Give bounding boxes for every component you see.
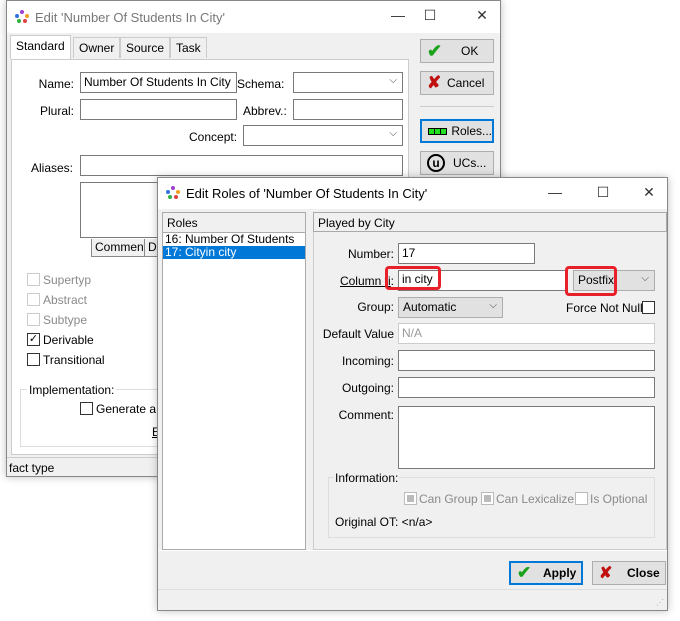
role-item-17[interactable]: 17: Cityin city bbox=[163, 246, 305, 259]
uniqueness-icon: u bbox=[427, 154, 445, 172]
generate-label: Generate a bbox=[96, 402, 157, 416]
tab-owner[interactable]: Owner bbox=[73, 37, 121, 58]
can-lexicalize-label: Can Lexicalize bbox=[496, 492, 575, 506]
roles-icon bbox=[428, 127, 448, 135]
aliases-input[interactable] bbox=[80, 155, 403, 176]
derivable-label: Derivable bbox=[43, 333, 94, 347]
number-input[interactable]: 17 bbox=[398, 243, 535, 264]
abbrev-label: Abbrev.: bbox=[243, 104, 287, 118]
name-label: Name: bbox=[38, 77, 74, 91]
roles-header: Roles bbox=[163, 213, 305, 233]
default-value-label: Default Value bbox=[322, 327, 394, 341]
roles-list[interactable]: Roles 16: Number Of Students 17: Cityin … bbox=[162, 212, 306, 550]
incoming-label: Incoming: bbox=[341, 354, 394, 368]
schema-label: Schema: bbox=[237, 77, 285, 91]
schema-select[interactable]: ⌵ bbox=[293, 72, 403, 93]
derivable-checkbox[interactable]: ✓ bbox=[27, 333, 40, 346]
default-value-input[interactable]: N/A bbox=[398, 323, 655, 344]
separator bbox=[420, 106, 494, 107]
tab-source[interactable]: Source bbox=[120, 37, 171, 58]
concept-label: Concept: bbox=[189, 130, 238, 144]
force-not-null-checkbox[interactable] bbox=[642, 301, 655, 314]
chevron-down-icon: ⌵ bbox=[389, 75, 397, 86]
edit-roles-window: Edit Roles of 'Number Of Students In Cit… bbox=[157, 177, 668, 611]
played-by-header: Played by City bbox=[313, 212, 667, 232]
resize-grip-icon[interactable]: ⋰ bbox=[656, 598, 664, 607]
minimize-icon[interactable]: — bbox=[383, 7, 413, 27]
plural-label: Plural: bbox=[39, 104, 74, 118]
window-title: Edit 'Number Of Students In City' bbox=[35, 10, 225, 25]
outgoing-label: Outgoing: bbox=[341, 381, 394, 395]
maximize-icon[interactable]: ☐ bbox=[588, 184, 618, 204]
abbrev-input[interactable] bbox=[293, 99, 403, 120]
force-not-null-label: Force Not Null bbox=[566, 301, 643, 315]
title-bar: Edit 'Number Of Students In City' — ☐ ✕ bbox=[7, 1, 500, 33]
roles-button[interactable]: Roles... bbox=[420, 119, 494, 143]
chevron-down-icon: ⌵ bbox=[641, 273, 649, 284]
comment-label: Comment: bbox=[338, 408, 394, 422]
ok-button[interactable]: ✔ OK bbox=[420, 39, 494, 63]
generate-checkbox[interactable] bbox=[80, 402, 93, 415]
number-label: Number: bbox=[348, 247, 395, 261]
information-label: Information: bbox=[334, 471, 400, 485]
supertype-label: Supertyp bbox=[43, 273, 92, 287]
plural-input[interactable] bbox=[80, 99, 237, 120]
comment-textarea[interactable] bbox=[398, 406, 655, 469]
transitional-label: Transitional bbox=[43, 353, 105, 367]
app-logo-icon bbox=[166, 186, 180, 199]
chevron-down-icon: ⌵ bbox=[489, 300, 497, 311]
close-icon[interactable]: ✕ bbox=[467, 7, 497, 27]
transitional-checkbox[interactable] bbox=[27, 353, 40, 366]
can-lexicalize-checkbox[interactable] bbox=[481, 492, 494, 505]
footer-line bbox=[158, 589, 667, 590]
aliases-label: Aliases: bbox=[31, 161, 74, 175]
subtype-checkbox[interactable] bbox=[27, 313, 40, 326]
app-logo-icon bbox=[15, 10, 29, 23]
supertype-checkbox[interactable] bbox=[27, 273, 40, 286]
window-title: Edit Roles of 'Number Of Students In Cit… bbox=[186, 186, 428, 201]
cancel-button[interactable]: ✘ Cancel bbox=[420, 71, 494, 95]
is-optional-checkbox[interactable] bbox=[575, 492, 588, 505]
minimize-icon[interactable]: — bbox=[540, 184, 570, 204]
outgoing-input[interactable] bbox=[398, 377, 655, 398]
tab-task[interactable]: Task bbox=[170, 37, 207, 58]
can-group-checkbox[interactable] bbox=[404, 492, 417, 505]
check-icon: ✔ bbox=[427, 40, 443, 61]
highlight-column-fix bbox=[385, 266, 441, 290]
group-select[interactable]: Automatic ⌵ bbox=[398, 297, 503, 318]
footer-separator bbox=[158, 550, 667, 551]
subtab-comment[interactable]: Comment bbox=[91, 239, 152, 257]
ucs-button[interactable]: u UCs... bbox=[420, 151, 494, 175]
tab-standard[interactable]: Standard bbox=[10, 35, 71, 59]
concept-select[interactable]: ⌵ bbox=[243, 125, 403, 146]
title-bar: Edit Roles of 'Number Of Students In Cit… bbox=[158, 178, 667, 209]
maximize-icon[interactable]: ☐ bbox=[415, 7, 445, 27]
abstract-label: Abstract bbox=[43, 293, 88, 307]
highlight-postfix bbox=[565, 266, 617, 296]
subtype-label: Subtype bbox=[43, 313, 88, 327]
abstract-checkbox[interactable] bbox=[27, 293, 40, 306]
apply-button[interactable]: ✔ Apply bbox=[509, 561, 583, 585]
original-ot: Original OT: <n/a> bbox=[335, 515, 433, 529]
name-input[interactable]: Number Of Students In City bbox=[80, 72, 237, 93]
x-icon: ✘ bbox=[427, 73, 442, 92]
is-optional-label: Is Optional bbox=[590, 492, 648, 506]
chevron-down-icon: ⌵ bbox=[389, 128, 397, 139]
x-icon: ✘ bbox=[599, 565, 613, 582]
can-group-label: Can Group bbox=[419, 492, 478, 506]
group-label: Group: bbox=[357, 300, 394, 314]
incoming-input[interactable] bbox=[398, 350, 655, 371]
check-icon: ✔ bbox=[517, 563, 532, 582]
status-text: fact type bbox=[9, 461, 55, 475]
close-icon[interactable]: ✕ bbox=[634, 184, 664, 204]
close-button[interactable]: ✘ Close bbox=[592, 561, 666, 585]
implementation-label: Implementation: bbox=[27, 383, 117, 397]
